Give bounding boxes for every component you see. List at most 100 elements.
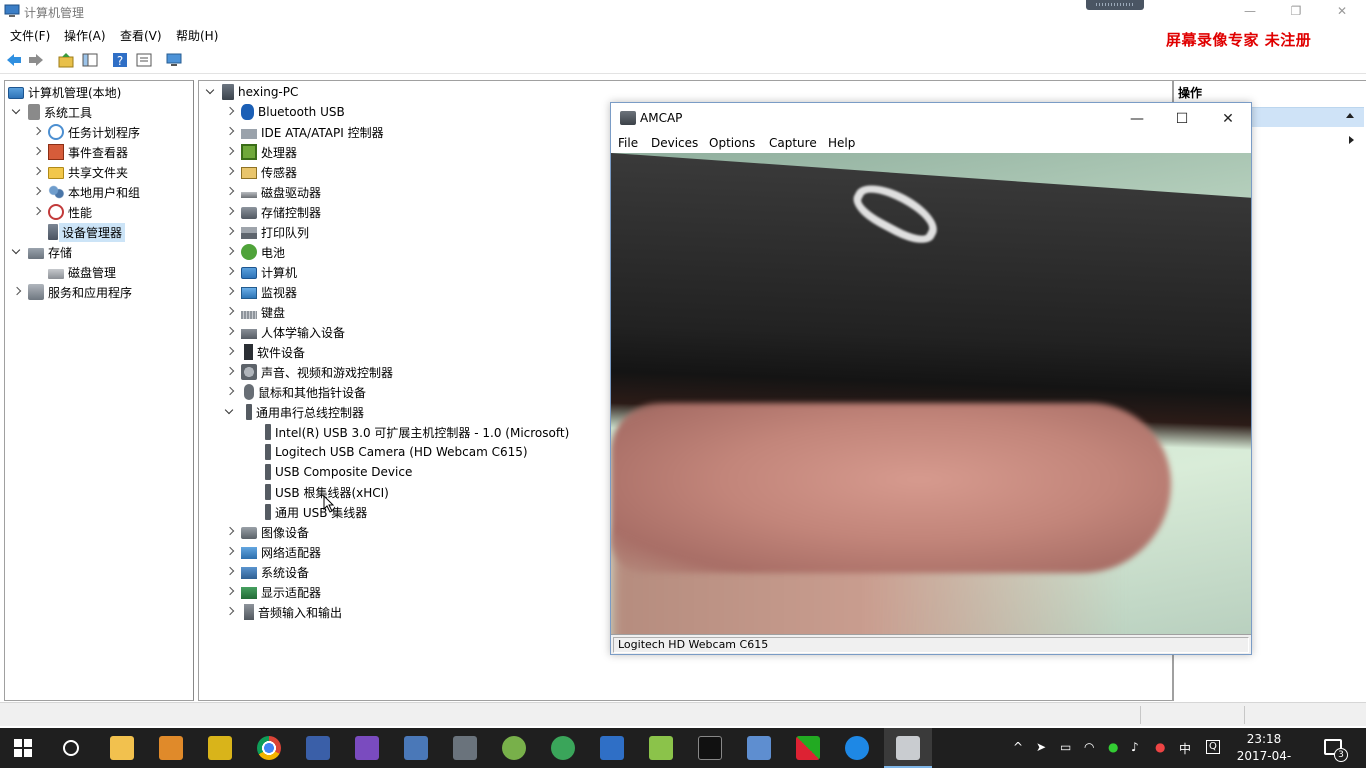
tree-item-storage[interactable]: 存储	[10, 242, 72, 262]
back-arrow-icon[interactable]	[5, 51, 23, 69]
device-category[interactable]: 计算机	[223, 262, 297, 282]
tree-item-disk-management[interactable]: 磁盘管理	[48, 262, 116, 282]
device-category[interactable]: 系统设备	[223, 562, 309, 582]
up-folder-icon[interactable]	[57, 51, 75, 69]
tree-item-event-viewer[interactable]: 事件查看器	[30, 142, 128, 162]
link-app-icon[interactable]	[306, 736, 330, 760]
menu-action[interactable]: 操作(A)	[64, 27, 106, 44]
amcap-title-bar[interactable]: AMCAP — ☐ ✕	[611, 103, 1251, 133]
expand-chevron-icon[interactable]	[223, 145, 237, 159]
tray-wifi-icon[interactable]: ◠	[1084, 740, 1094, 754]
amcap-minimize-button[interactable]: —	[1115, 107, 1159, 131]
device-category[interactable]: 监视器	[223, 282, 297, 302]
collapse-chevron-icon[interactable]	[10, 105, 24, 119]
terminal-icon[interactable]	[698, 736, 722, 760]
system-clock[interactable]: 23:18 2017-04-06	[1236, 731, 1292, 768]
show-hide-tree-icon[interactable]	[81, 51, 99, 69]
expand-chevron-icon[interactable]	[223, 385, 237, 399]
usb-device-item[interactable]: 通用 USB 集线器	[260, 502, 367, 522]
tree-item-services-apps[interactable]: 服务和应用程序	[10, 282, 132, 302]
expand-chevron-icon[interactable]	[30, 125, 44, 139]
properties-icon[interactable]	[135, 51, 153, 69]
tray-expand-icon[interactable]: ^	[1013, 740, 1023, 754]
device-category[interactable]: 电池	[223, 242, 285, 262]
usb-device-item[interactable]: USB Composite Device	[260, 462, 412, 482]
tree-item-task-scheduler[interactable]: 任务计划程序	[30, 122, 140, 142]
device-category[interactable]: 打印队列	[223, 222, 309, 242]
expand-chevron-icon[interactable]	[223, 285, 237, 299]
expand-chevron-icon[interactable]	[223, 525, 237, 539]
device-category[interactable]: 鼠标和其他指针设备	[223, 382, 366, 402]
expand-chevron-icon[interactable]	[223, 245, 237, 259]
tree-item-local-users[interactable]: 本地用户和组	[30, 182, 140, 202]
tree-item-system-tools[interactable]: 系统工具	[10, 102, 92, 122]
windows-start-icon[interactable]	[14, 739, 32, 757]
device-category[interactable]: 传感器	[223, 162, 297, 182]
tray-antivirus-icon[interactable]: ●	[1155, 740, 1165, 754]
amcap-menu-devices[interactable]: Devices	[651, 136, 698, 150]
git-tool-icon[interactable]	[796, 736, 820, 760]
collapse-chevron-icon[interactable]	[223, 405, 237, 419]
tree-item-performance[interactable]: 性能	[30, 202, 92, 222]
expand-chevron-icon[interactable]	[223, 205, 237, 219]
ime-indicator[interactable]: 中	[1179, 740, 1191, 757]
collapse-chevron-icon[interactable]	[10, 245, 24, 259]
device-category[interactable]: 音频输入和输出	[223, 602, 342, 622]
amcap-menu-capture[interactable]: Capture	[769, 136, 817, 150]
remote-desktop-icon[interactable]	[404, 736, 428, 760]
collapse-chevron-icon[interactable]	[204, 85, 218, 99]
vm-app-icon[interactable]	[600, 736, 624, 760]
menu-view[interactable]: 查看(V)	[120, 27, 162, 44]
file-explorer-icon[interactable]	[110, 736, 134, 760]
device-category[interactable]: 处理器	[223, 142, 297, 162]
tray-volume-icon[interactable]: ♪	[1131, 740, 1139, 754]
computer-management-task-icon[interactable]	[884, 736, 932, 768]
expand-chevron-icon[interactable]	[223, 325, 237, 339]
expand-chevron-icon[interactable]	[223, 565, 237, 579]
chrome-icon[interactable]	[257, 736, 281, 760]
device-category[interactable]: 声音、视频和游戏控制器	[223, 362, 393, 382]
maximize-button[interactable]: ❐	[1273, 0, 1319, 22]
tree-item-computer-management[interactable]: 计算机管理(本地)	[8, 82, 121, 102]
tree-item-device-manager[interactable]: 设备管理器	[48, 222, 126, 242]
device-category-usb[interactable]: 通用串行总线控制器	[223, 402, 364, 422]
eclipse-icon[interactable]	[208, 736, 232, 760]
expand-chevron-icon[interactable]	[223, 345, 237, 359]
telegram-icon[interactable]	[551, 736, 575, 760]
cortana-search-icon[interactable]	[63, 740, 79, 756]
expand-chevron-icon[interactable]	[223, 225, 237, 239]
expand-chevron-icon[interactable]	[223, 545, 237, 559]
network-tool-icon[interactable]	[747, 736, 771, 760]
more-actions-arrow-icon[interactable]	[1349, 136, 1354, 144]
expand-chevron-icon[interactable]	[223, 165, 237, 179]
editor-icon[interactable]	[649, 736, 673, 760]
help-icon[interactable]: ?	[111, 51, 129, 69]
expand-chevron-icon[interactable]	[30, 165, 44, 179]
device-category[interactable]: IDE ATA/ATAPI 控制器	[223, 122, 384, 142]
tray-ime-mode-icon[interactable]: Q	[1206, 740, 1220, 754]
menu-help[interactable]: 帮助(H)	[176, 27, 218, 44]
amcap-menu-file[interactable]: File	[618, 136, 638, 150]
expand-chevron-icon[interactable]	[223, 585, 237, 599]
android-icon[interactable]	[502, 736, 526, 760]
device-category[interactable]: 人体学输入设备	[223, 322, 345, 342]
expand-chevron-icon[interactable]	[223, 305, 237, 319]
expand-chevron-icon[interactable]	[223, 185, 237, 199]
expand-chevron-icon[interactable]	[30, 205, 44, 219]
amcap-maximize-button[interactable]: ☐	[1160, 107, 1204, 131]
recorder-app-icon[interactable]	[159, 736, 183, 760]
collapse-arrow-icon[interactable]	[1346, 113, 1354, 118]
amcap-menu-help[interactable]: Help	[828, 136, 855, 150]
device-category[interactable]: 显示适配器	[223, 582, 321, 602]
amcap-window[interactable]: AMCAP — ☐ ✕ File Devices Options Capture…	[610, 102, 1252, 655]
minimize-button[interactable]: —	[1227, 0, 1273, 22]
menu-file[interactable]: 文件(F)	[10, 27, 50, 44]
tray-send-icon[interactable]: ➤	[1036, 740, 1046, 754]
recorder-widget[interactable]	[1086, 0, 1144, 10]
device-category[interactable]: 软件设备	[223, 342, 305, 362]
expand-chevron-icon[interactable]	[30, 145, 44, 159]
expand-chevron-icon[interactable]	[223, 605, 237, 619]
visual-studio-icon[interactable]	[355, 736, 379, 760]
device-root[interactable]: hexing-PC	[204, 82, 298, 102]
device-category[interactable]: 图像设备	[223, 522, 309, 542]
